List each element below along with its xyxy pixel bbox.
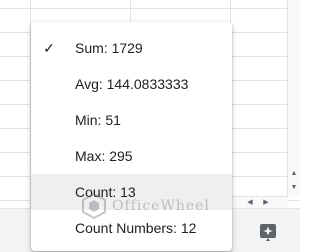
menu-item-count[interactable]: Count: 13 (31, 174, 232, 210)
menu-item-label: Sum: 1729 (75, 40, 143, 56)
vertical-scrollbar[interactable]: ▲ ▼ (287, 0, 300, 196)
scroll-down-icon[interactable]: ▼ (288, 182, 300, 194)
scroll-up-icon[interactable]: ▲ (288, 168, 300, 180)
menu-item-max[interactable]: Max: 295 (31, 138, 232, 174)
summary-dropdown-menu: ✓ Sum: 1729 Avg: 144.0833333 Min: 51 Max… (31, 22, 232, 251)
menu-item-label: Min: 51 (75, 112, 121, 128)
menu-item-sum[interactable]: ✓ Sum: 1729 (31, 30, 232, 66)
menu-item-min[interactable]: Min: 51 (31, 102, 232, 138)
menu-item-label: Avg: 144.0833333 (75, 76, 189, 92)
explore-sparkle-icon (260, 224, 276, 241)
menu-item-label: Count Numbers: 12 (75, 220, 197, 236)
explore-button[interactable] (254, 218, 282, 246)
menu-item-avg[interactable]: Avg: 144.0833333 (31, 66, 232, 102)
checkmark-icon: ✓ (43, 40, 55, 56)
menu-item-count-numbers[interactable]: Count Numbers: 12 (31, 210, 232, 246)
menu-item-label: Count: 13 (75, 184, 136, 200)
menu-item-label: Max: 295 (75, 148, 133, 164)
